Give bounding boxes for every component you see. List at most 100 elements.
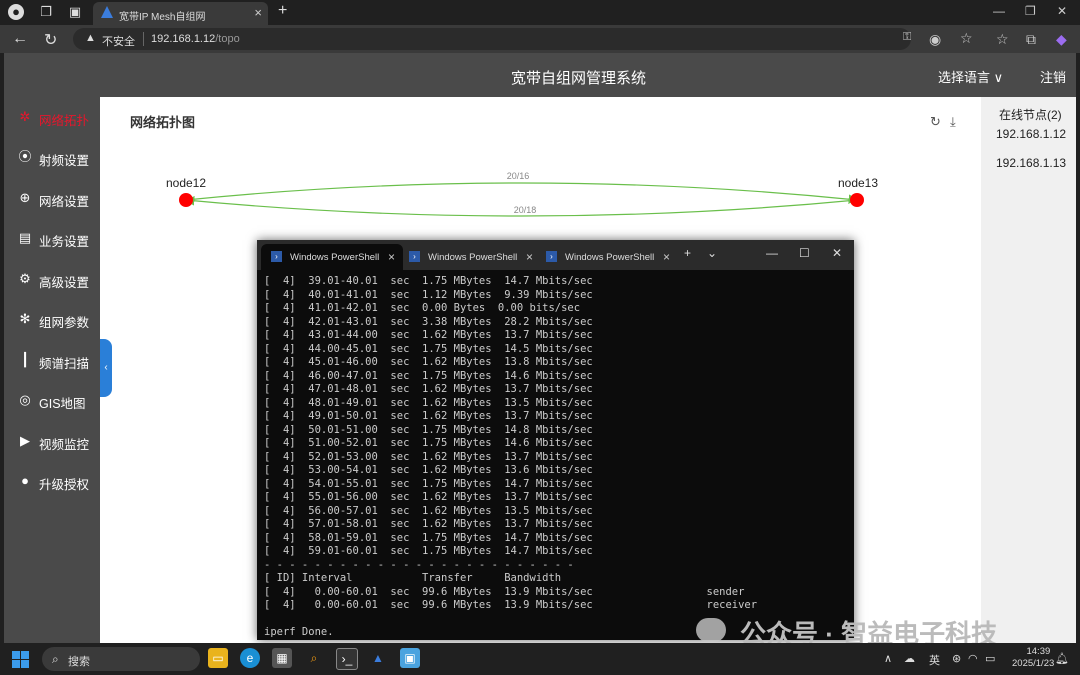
gear-icon: ⚙ xyxy=(19,271,31,286)
close-tab-icon[interactable]: × xyxy=(526,250,533,264)
language-icon[interactable]: ⊛ xyxy=(952,652,961,665)
browser-tab-bar: ● ❐ ▣ 宽带IP Mesh自组网 × + — ❐ ✕ xyxy=(0,0,1080,25)
link-label: 20/16 xyxy=(507,171,530,181)
terminal-tab[interactable]: › Windows PowerShell × xyxy=(261,244,403,270)
mesh-icon: ✻ xyxy=(19,311,31,326)
clipboard-icon: ▤ xyxy=(18,230,32,245)
terminal-line: [ 4] 53.00-54.01 sec 1.62 MBytes 13.6 Mb… xyxy=(264,464,593,476)
terminal-tab[interactable]: › Windows PowerShell × xyxy=(399,244,541,270)
system-clock[interactable]: 14:39 2025/1/23 xyxy=(1012,646,1054,670)
terminal-window[interactable]: › Windows PowerShell × › Windows PowerSh… xyxy=(257,240,854,640)
file-explorer-icon[interactable]: ▭ xyxy=(208,648,228,668)
close-window-icon[interactable]: ✕ xyxy=(832,246,842,260)
sidebar-item-label: 射频设置 xyxy=(39,154,90,168)
sidebar-item-label: 组网参数 xyxy=(39,316,90,330)
url-path: /topo xyxy=(215,33,240,45)
language-select[interactable]: 选择语言 ∨ xyxy=(938,67,1003,86)
dropdown-icon[interactable]: ⌄ xyxy=(707,246,717,260)
terminal-tab[interactable]: › Windows PowerShell × xyxy=(536,244,678,270)
camera-icon: ▶ xyxy=(20,433,30,448)
restore-icon[interactable]: ❐ xyxy=(1025,4,1036,18)
url-text[interactable]: 192.168.1.12/topo xyxy=(151,33,240,45)
terminal-line: [ 4] 47.01-48.01 sec 1.62 MBytes 13.7 Mb… xyxy=(264,383,593,395)
terminal-line: [ 4] 51.00-52.01 sec 1.75 MBytes 14.6 Mb… xyxy=(264,437,593,449)
sidebar-item-mesh[interactable]: ✻ 组网参数 xyxy=(4,299,100,339)
webpage-app-icon[interactable]: ▲ xyxy=(368,648,388,668)
reload-icon[interactable]: ↻ xyxy=(44,30,57,50)
search-app-icon[interactable]: ⌕ xyxy=(304,648,324,668)
sidebar: ✲ 网络拓扑 ⦿ 射频设置 ⊕ 网络设置 ▤ 业务设置 ⚙ 高级设置 ✻ 组网参… xyxy=(4,97,100,643)
favorites-icon[interactable]: ☆ xyxy=(996,31,1009,48)
sidebar-collapse-toggle[interactable]: ‹ xyxy=(100,339,112,397)
taskbar: ⌕ 搜索 ▭ e ▦ ⌕ ›_ ▲ ▣ ∧ ☁ 英 ⊛ ◠ ▭ 14:39 20… xyxy=(0,643,1080,675)
terminal-line: [ 4] 0.00-60.01 sec 99.6 MBytes 13.9 Mbi… xyxy=(264,599,758,611)
sidebar-item-gis[interactable]: ◎ GIS地图 xyxy=(4,380,100,420)
sidebar-item-upgrade[interactable]: ● 升级授权 xyxy=(4,461,100,501)
node-node13[interactable] xyxy=(850,193,864,207)
battery-icon[interactable]: ▭ xyxy=(985,652,995,665)
logout-button[interactable]: 注销 xyxy=(1040,67,1066,86)
terminal-line: [ 4] 39.01-40.01 sec 1.75 MBytes 14.7 Mb… xyxy=(264,275,593,287)
warning-icon: ▲ xyxy=(85,32,96,44)
terminal-tab-label: Windows PowerShell xyxy=(565,252,655,263)
edge-browser-icon[interactable]: e xyxy=(240,648,260,668)
spectrum-icon: ┃ xyxy=(21,352,29,367)
sidebar-item-video[interactable]: ▶ 视频监控 xyxy=(4,421,100,461)
clock-date: 2025/1/23 xyxy=(1012,658,1055,669)
sidebar-item-network[interactable]: ⊕ 网络设置 xyxy=(4,178,100,218)
terminal-output[interactable]: [ 4] 39.01-40.01 sec 1.75 MBytes 14.7 Mb… xyxy=(264,275,849,640)
close-window-icon[interactable]: ✕ xyxy=(1057,4,1067,18)
new-tab-icon[interactable]: + xyxy=(684,246,691,260)
windows-start-icon[interactable] xyxy=(12,651,29,668)
weather-cloud-icon[interactable]: ☁ xyxy=(904,652,915,665)
minimize-icon[interactable]: — xyxy=(993,4,1005,18)
site-favicon-icon xyxy=(101,6,113,18)
collections-icon[interactable]: ⧉ xyxy=(1026,31,1036,48)
maximize-icon[interactable]: ☐ xyxy=(799,246,810,260)
terminal-line: [ 4] 43.01-44.00 sec 1.62 MBytes 13.7 Mb… xyxy=(264,329,593,341)
close-tab-icon[interactable]: × xyxy=(663,250,670,264)
online-node-item[interactable]: 192.168.1.13 xyxy=(996,156,1066,170)
chevron-up-icon[interactable]: ∧ xyxy=(884,652,892,665)
upgrade-icon: ● xyxy=(21,473,29,488)
close-tab-icon[interactable]: × xyxy=(388,250,395,264)
sidebar-item-spectrum[interactable]: ┃ 频谱扫描 xyxy=(4,340,100,380)
browser-tab[interactable]: 宽带IP Mesh自组网 × xyxy=(93,2,268,25)
online-node-item[interactable]: 192.168.1.12 xyxy=(996,127,1066,141)
remote-desktop-icon[interactable]: ▣ xyxy=(400,648,420,668)
app-header: 宽带自组网管理系统 选择语言 ∨ 注销 xyxy=(4,53,1076,97)
terminal-line: [ 4] 50.01-51.00 sec 1.75 MBytes 14.8 Mb… xyxy=(264,423,593,436)
close-tab-icon[interactable]: × xyxy=(254,5,262,20)
map-pin-icon: ◎ xyxy=(19,392,31,407)
sidebar-item-service[interactable]: ▤ 业务设置 xyxy=(4,218,100,258)
terminal-app-icon[interactable]: ›_ xyxy=(336,648,358,670)
profile-icon[interactable]: ● xyxy=(8,4,24,20)
favorite-star-icon[interactable]: ☆ xyxy=(960,30,973,47)
taskbar-search[interactable]: ⌕ 搜索 xyxy=(42,647,200,671)
powershell-icon: › xyxy=(409,251,420,262)
sidebar-item-label: 升级授权 xyxy=(39,478,90,492)
divider xyxy=(143,32,144,46)
wifi-icon[interactable]: ◠ xyxy=(968,652,978,665)
security-label[interactable]: 不安全 xyxy=(102,33,135,49)
tab-actions-icon[interactable]: ▣ xyxy=(67,4,83,20)
copilot-icon[interactable]: ◆ xyxy=(1056,31,1067,48)
store-icon[interactable]: ▦ xyxy=(272,648,292,668)
sidebar-item-label: 视频监控 xyxy=(39,438,90,452)
terminal-line: - - - - - - - - - - - - - - - - - - - - … xyxy=(264,558,574,571)
node-node12[interactable] xyxy=(179,193,193,207)
back-icon[interactable]: ← xyxy=(12,30,28,48)
notification-bell-icon[interactable]: 🔔︎ xyxy=(1055,652,1069,665)
new-tab-icon[interactable]: + xyxy=(278,2,287,20)
sidebar-item-topology[interactable]: ✲ 网络拓扑 xyxy=(4,97,100,137)
ime-indicator[interactable]: 英 xyxy=(929,652,940,668)
workspaces-icon[interactable]: ❐ xyxy=(38,4,54,20)
terminal-line: [ 4] 40.01-41.01 sec 1.12 MBytes 9.39 Mb… xyxy=(264,288,593,301)
sidebar-item-advanced[interactable]: ⚙ 高级设置 xyxy=(4,259,100,299)
edge-feature-icon[interactable]: ◉ xyxy=(929,31,941,48)
key-icon[interactable]: ⚿ xyxy=(903,31,911,44)
address-bar[interactable]: ▲ 不安全 192.168.1.12/topo ⚿ ◉ ☆ xyxy=(73,28,973,50)
minimize-icon[interactable]: — xyxy=(766,246,778,260)
sidebar-item-rf[interactable]: ⦿ 射频设置 xyxy=(4,137,100,177)
sidebar-item-label: 频谱扫描 xyxy=(39,357,90,371)
